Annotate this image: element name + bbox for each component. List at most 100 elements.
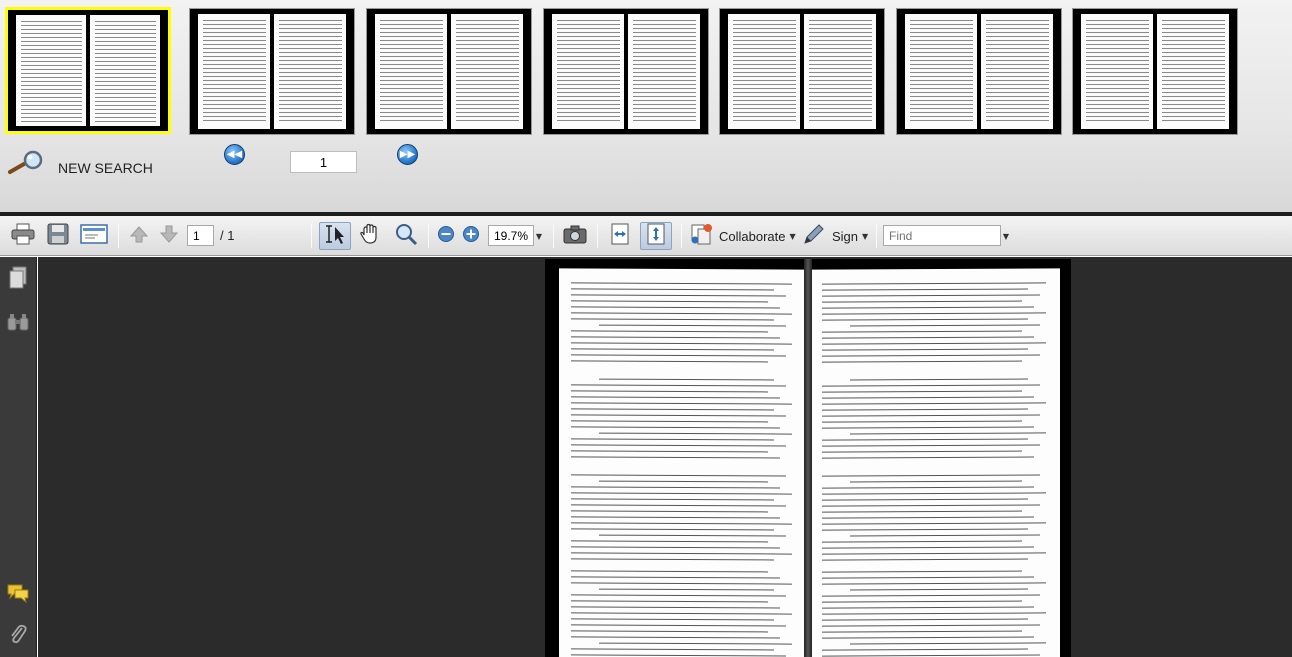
text-line xyxy=(571,504,786,507)
chevron-down-icon: ▼ xyxy=(862,231,869,241)
bookmarks-button[interactable] xyxy=(5,311,31,337)
text-line xyxy=(571,594,786,597)
text-line xyxy=(571,558,774,561)
attachments-button[interactable] xyxy=(5,623,31,649)
text-line xyxy=(633,76,696,77)
fit-page-button[interactable] xyxy=(640,222,672,250)
result-thumbnail-3[interactable] xyxy=(366,8,532,135)
text-line xyxy=(380,116,443,117)
text-line xyxy=(910,72,973,73)
text-line xyxy=(809,68,872,69)
text-line xyxy=(850,588,1028,591)
toolbar-separator xyxy=(553,224,554,248)
text-line xyxy=(279,116,342,117)
select-tool-button[interactable] xyxy=(319,222,351,250)
text-line xyxy=(456,112,519,113)
text-line xyxy=(571,282,792,285)
text-line xyxy=(95,49,156,50)
text-line xyxy=(986,84,1049,85)
collaborate-menu-button[interactable]: Collaborate ▼ xyxy=(690,222,796,250)
text-line xyxy=(21,45,82,46)
text-line xyxy=(203,108,266,109)
text-line xyxy=(279,52,342,53)
email-button[interactable] xyxy=(78,222,110,250)
next-results-button[interactable]: ▶▶ xyxy=(397,144,418,165)
text-line xyxy=(203,104,266,105)
result-thumbnail-6[interactable] xyxy=(896,8,1062,135)
snapshot-button[interactable] xyxy=(561,222,589,250)
results-page-input[interactable] xyxy=(290,151,357,173)
text-line xyxy=(95,61,156,62)
marquee-zoom-button[interactable] xyxy=(392,222,420,250)
text-line xyxy=(21,113,82,114)
fit-width-button[interactable] xyxy=(605,222,635,250)
text-line xyxy=(809,92,872,93)
document-viewport[interactable] xyxy=(38,257,1292,657)
text-line xyxy=(633,92,696,93)
text-line xyxy=(557,52,620,53)
text-line xyxy=(203,44,266,45)
next-page-button[interactable] xyxy=(156,222,182,250)
result-thumbnail-4[interactable] xyxy=(543,8,709,135)
text-line xyxy=(571,390,768,393)
text-line xyxy=(910,68,973,69)
text-line xyxy=(21,57,82,58)
text-line xyxy=(986,120,1049,121)
text-line xyxy=(822,426,1034,429)
text-line xyxy=(633,68,696,69)
text-line xyxy=(380,20,443,21)
print-button[interactable] xyxy=(9,222,37,250)
new-search-button[interactable]: NEW SEARCH xyxy=(6,148,166,184)
result-thumbnail-7[interactable] xyxy=(1072,8,1238,135)
zoom-out-button[interactable] xyxy=(436,222,456,250)
text-line xyxy=(1162,68,1225,69)
text-line xyxy=(822,522,1046,525)
text-line xyxy=(203,64,266,65)
text-line xyxy=(571,318,774,321)
text-line xyxy=(809,60,872,61)
result-thumbnail-2[interactable] xyxy=(189,8,355,135)
text-line xyxy=(850,324,1040,327)
text-line xyxy=(557,28,620,29)
previous-results-button[interactable]: ◀◀ xyxy=(224,144,245,165)
text-line xyxy=(380,36,443,37)
hand-tool-button[interactable] xyxy=(356,222,384,250)
text-line xyxy=(380,60,443,61)
find-input[interactable] xyxy=(883,225,1001,246)
text-line xyxy=(380,24,443,25)
text-line xyxy=(557,76,620,77)
text-line xyxy=(986,96,1049,97)
comments-button[interactable] xyxy=(5,582,31,608)
text-line xyxy=(733,108,796,109)
result-thumbnail-5[interactable] xyxy=(719,8,885,135)
text-line xyxy=(571,576,780,579)
text-line xyxy=(95,117,156,118)
plus-circle-icon xyxy=(462,225,480,248)
text-line xyxy=(380,48,443,49)
page-number-input[interactable] xyxy=(187,225,214,246)
zoom-dropdown-button[interactable]: ▼ xyxy=(533,222,545,250)
find-options-button[interactable]: ▼ xyxy=(1000,222,1012,250)
result-thumbnail-1[interactable] xyxy=(5,7,171,134)
text-line xyxy=(456,56,519,57)
text-line xyxy=(1086,84,1149,85)
zoom-in-button[interactable] xyxy=(461,222,481,250)
text-line xyxy=(809,64,872,65)
previous-page-button[interactable] xyxy=(126,222,152,250)
sign-menu-button[interactable]: Sign ▼ xyxy=(802,222,868,250)
text-line xyxy=(380,92,443,93)
text-line xyxy=(203,72,266,73)
zoom-level-input[interactable] xyxy=(488,225,534,246)
save-button[interactable] xyxy=(44,222,72,250)
text-line xyxy=(1086,92,1149,93)
text-line xyxy=(809,52,872,53)
text-line xyxy=(203,36,266,37)
text-line xyxy=(910,28,973,29)
text-line xyxy=(910,32,973,33)
text-line xyxy=(822,630,1022,633)
text-line xyxy=(986,112,1049,113)
page-thumbnails-button[interactable] xyxy=(5,266,31,293)
text-line xyxy=(456,40,519,41)
text-line xyxy=(203,80,266,81)
text-line xyxy=(203,32,266,33)
